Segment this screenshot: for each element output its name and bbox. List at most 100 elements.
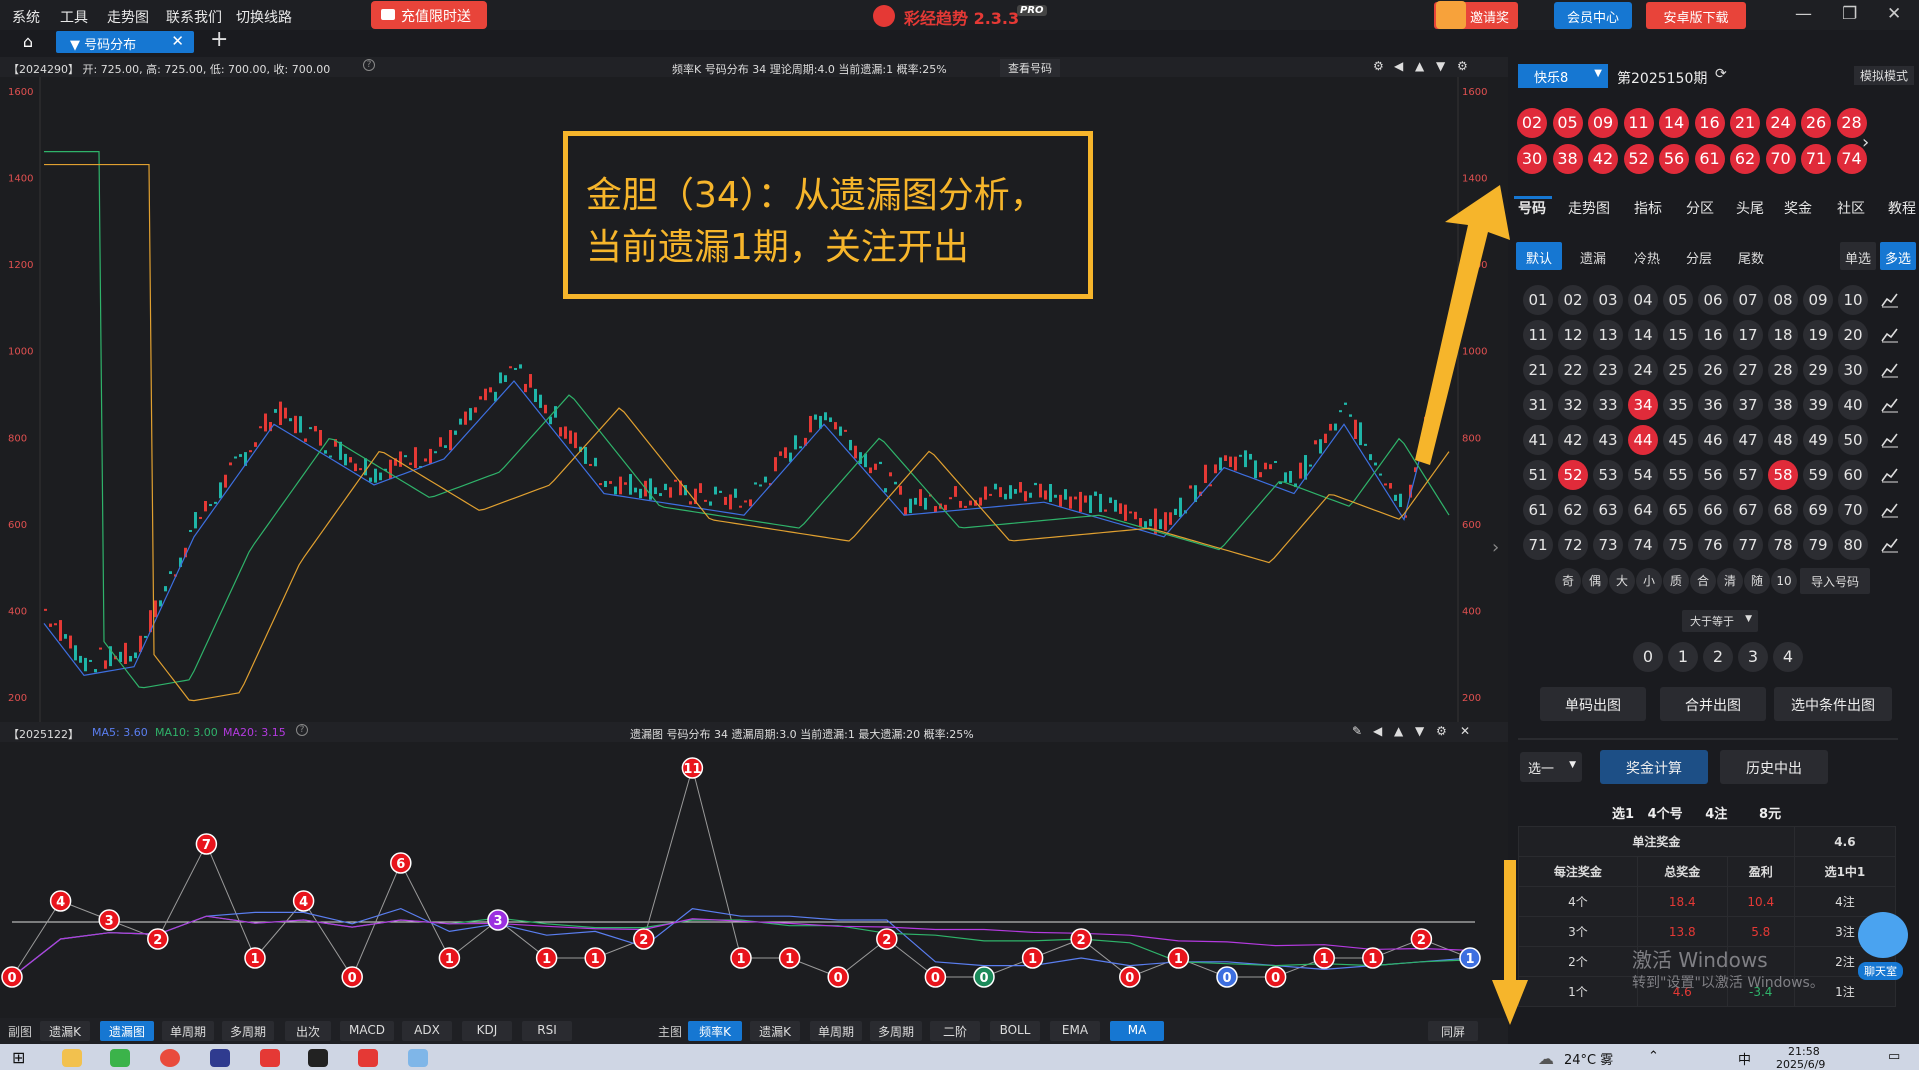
number-ball[interactable]: 62 xyxy=(1558,495,1588,525)
gear-icon[interactable]: ⚙ xyxy=(1457,59,1468,73)
pin-icon[interactable]: ✎ xyxy=(1352,724,1362,738)
number-ball[interactable]: 57 xyxy=(1733,460,1763,490)
number-ball[interactable]: 06 xyxy=(1698,285,1728,315)
notification-icon[interactable]: ▭ xyxy=(1888,1049,1900,1064)
wps-icon[interactable] xyxy=(358,1049,378,1067)
number-ball[interactable]: 52 xyxy=(1558,460,1588,490)
back-icon[interactable]: ◀ xyxy=(1394,59,1403,73)
nav-tab[interactable]: 社区 xyxy=(1837,198,1865,218)
number-ball[interactable]: 40 xyxy=(1838,390,1868,420)
number-ball[interactable]: 60 xyxy=(1838,460,1868,490)
notepad-icon[interactable] xyxy=(408,1049,428,1067)
trend-chart-icon[interactable] xyxy=(1880,326,1900,344)
number-ball[interactable]: 45 xyxy=(1663,425,1693,455)
number-ball[interactable]: 03 xyxy=(1593,285,1623,315)
number-ball[interactable]: 65 xyxy=(1663,495,1693,525)
invite-button[interactable]: 邀请奖励 xyxy=(1434,1,1518,45)
quick-filter-chip[interactable]: 10 xyxy=(1771,568,1797,594)
prize-calc-button[interactable]: 奖金计算 xyxy=(1600,750,1708,784)
number-ball[interactable]: 36 xyxy=(1698,390,1728,420)
number-ball[interactable]: 19 xyxy=(1803,320,1833,350)
ime-indicator[interactable]: 中 xyxy=(1738,1049,1751,1068)
number-ball[interactable]: 11 xyxy=(1523,320,1553,350)
number-ball[interactable]: 01 xyxy=(1523,285,1553,315)
number-ball[interactable]: 51 xyxy=(1523,460,1553,490)
sub-btn-single-cycle[interactable]: 单周期 xyxy=(162,1021,214,1041)
number-ball[interactable]: 76 xyxy=(1698,530,1728,560)
number-ball[interactable]: 15 xyxy=(1663,320,1693,350)
up-icon[interactable]: ▲ xyxy=(1415,59,1424,73)
tab-number-distribution[interactable]: ▼ 号码分布 ✕ xyxy=(56,31,194,53)
hit-count-ball[interactable]: 2 xyxy=(1703,642,1733,672)
number-ball[interactable]: 78 xyxy=(1768,530,1798,560)
number-ball[interactable]: 43 xyxy=(1593,425,1623,455)
number-ball[interactable]: 50 xyxy=(1838,425,1868,455)
number-ball[interactable]: 63 xyxy=(1593,495,1623,525)
number-ball[interactable]: 04 xyxy=(1628,285,1658,315)
filter-tab[interactable]: 默认 xyxy=(1516,242,1562,270)
home-icon[interactable]: ⌂ xyxy=(10,32,46,52)
number-ball[interactable]: 25 xyxy=(1663,355,1693,385)
single-select-button[interactable]: 单选 xyxy=(1840,242,1876,270)
chat-bubble-icon[interactable] xyxy=(1858,912,1908,958)
nav-tab[interactable]: 教程 xyxy=(1888,198,1916,218)
sync-screen-button[interactable]: 同屏 xyxy=(1428,1021,1478,1041)
number-ball[interactable]: 28 xyxy=(1768,355,1798,385)
down-icon[interactable]: ▼ xyxy=(1415,724,1424,738)
sub-btn-omission-k[interactable]: 遗漏K xyxy=(40,1021,90,1041)
nav-tab[interactable]: 号码 xyxy=(1518,198,1546,218)
number-ball[interactable]: 55 xyxy=(1663,460,1693,490)
filter-tab[interactable]: 冷热 xyxy=(1624,242,1670,270)
app-icon[interactable] xyxy=(210,1049,230,1067)
quick-filter-chip[interactable]: 大 xyxy=(1609,568,1635,594)
import-numbers-button[interactable]: 导入号码 xyxy=(1800,568,1870,594)
refresh-icon[interactable]: ⟳ xyxy=(1715,66,1727,82)
number-ball[interactable]: 77 xyxy=(1733,530,1763,560)
number-ball[interactable]: 59 xyxy=(1803,460,1833,490)
number-ball[interactable]: 71 xyxy=(1523,530,1553,560)
quick-filter-chip[interactable]: 清 xyxy=(1717,568,1743,594)
number-ball[interactable]: 26 xyxy=(1698,355,1728,385)
multi-select-button[interactable]: 多选 xyxy=(1880,242,1916,270)
sub-btn-rsi[interactable]: RSI xyxy=(522,1021,572,1041)
sub-btn-adx[interactable]: ADX xyxy=(402,1021,452,1041)
main-btn-multi-cycle[interactable]: 多周期 xyxy=(870,1021,922,1041)
hit-count-ball[interactable]: 1 xyxy=(1668,642,1698,672)
qq-icon[interactable] xyxy=(308,1049,328,1067)
number-ball[interactable]: 41 xyxy=(1523,425,1553,455)
number-ball[interactable]: 46 xyxy=(1698,425,1728,455)
nav-tab[interactable]: 指标 xyxy=(1634,198,1662,218)
number-ball[interactable]: 33 xyxy=(1593,390,1623,420)
number-ball[interactable]: 24 xyxy=(1628,355,1658,385)
help-icon[interactable]: ? xyxy=(363,59,375,71)
start-icon[interactable]: ⊞ xyxy=(12,1048,25,1067)
main-btn-single-cycle[interactable]: 单周期 xyxy=(810,1021,862,1041)
number-ball[interactable]: 53 xyxy=(1593,460,1623,490)
number-ball[interactable]: 49 xyxy=(1803,425,1833,455)
lottery-select[interactable]: 快乐8 ▼ xyxy=(1518,64,1608,88)
nav-tab[interactable]: 头尾 xyxy=(1736,198,1764,218)
member-center-button[interactable]: 会员中心 xyxy=(1554,2,1632,29)
number-ball[interactable]: 61 xyxy=(1523,495,1553,525)
quick-filter-chip[interactable]: 质 xyxy=(1663,568,1689,594)
add-tab-icon[interactable]: + xyxy=(210,27,228,52)
play-select[interactable]: 选一 ▼ xyxy=(1520,752,1582,782)
android-download-button[interactable]: 安卓版下载 xyxy=(1646,2,1746,29)
filter-tab[interactable]: 分层 xyxy=(1676,242,1722,270)
number-ball[interactable]: 05 xyxy=(1663,285,1693,315)
number-ball[interactable]: 27 xyxy=(1733,355,1763,385)
trend-chart-icon[interactable] xyxy=(1880,396,1900,414)
simulation-mode-button[interactable]: 模拟模式 xyxy=(1854,66,1915,85)
number-ball[interactable]: 07 xyxy=(1733,285,1763,315)
nav-tab[interactable]: 分区 xyxy=(1686,198,1714,218)
number-ball[interactable]: 13 xyxy=(1593,320,1623,350)
minimize-icon[interactable]: — xyxy=(1795,4,1812,24)
number-ball[interactable]: 08 xyxy=(1768,285,1798,315)
sub-btn-macd[interactable]: MACD xyxy=(340,1021,394,1041)
close-icon[interactable]: ✕ xyxy=(1460,724,1470,738)
back-icon[interactable]: ◀ xyxy=(1373,724,1382,738)
clock-time[interactable]: 21:58 xyxy=(1788,1045,1820,1058)
condition-chart-button[interactable]: 选中条件出图 xyxy=(1774,687,1892,721)
hit-count-ball[interactable]: 3 xyxy=(1738,642,1768,672)
number-ball[interactable]: 14 xyxy=(1628,320,1658,350)
